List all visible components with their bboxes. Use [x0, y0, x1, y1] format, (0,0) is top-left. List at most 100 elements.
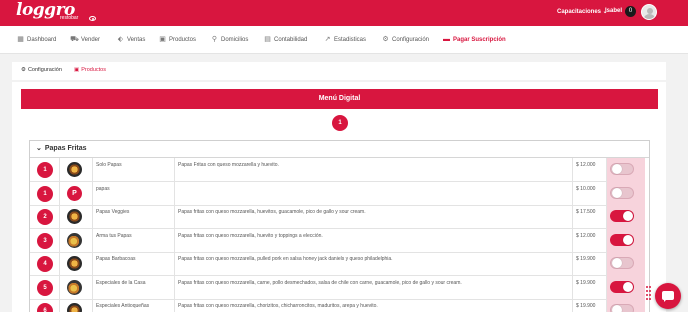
availability-toggle[interactable]: [610, 304, 634, 312]
product-row: 2 Papas Veggies Papas fritas con queso moz…: [30, 205, 649, 229]
product-image: P: [67, 186, 82, 201]
availability-toggle[interactable]: [610, 210, 634, 222]
product-description: Papas Fritas con queso mozzarella y huev…: [178, 162, 279, 168]
product-price: $ 12.000: [576, 233, 596, 239]
card-icon: ▬: [443, 36, 450, 43]
nav-domicilios[interactable]: ⚲ Domicilios: [210, 35, 248, 45]
nav-pagar-suscripcion[interactable]: ▬ Pagar Suscripción: [442, 35, 506, 45]
tag-icon: ⬖: [117, 36, 124, 43]
chat-button[interactable]: [655, 283, 681, 309]
nav-dashboard[interactable]: ▦ Dashboard: [16, 35, 56, 45]
product-position[interactable]: 6: [37, 303, 53, 312]
product-row: 6 Especiales Antioqueñas Papas fritas con …: [30, 299, 649, 312]
toggle-knob: [623, 282, 633, 292]
nav-contabilidad-label: Contabilidad: [274, 37, 308, 43]
tab-configuracion-label: Configuración: [27, 67, 62, 73]
training-menu[interactable]: Capacitaciones ⌄: [557, 8, 608, 15]
product-name: Papas Veggies: [96, 209, 130, 215]
availability-toggle[interactable]: [610, 163, 634, 175]
product-image: [67, 233, 82, 248]
product-row: 4 Papas Barbacoas Papas fritas con queso m…: [30, 252, 649, 276]
product-price: $ 19.900: [576, 280, 596, 286]
availability-toggle[interactable]: [610, 281, 634, 293]
toggle-knob: [612, 258, 622, 268]
product-description: Papas fritas con queso mozzarella, carne…: [178, 280, 462, 286]
cart-icon: ⛟: [70, 36, 79, 43]
nav-pagar-suscripcion-label: Pagar Suscripción: [453, 37, 506, 43]
product-position[interactable]: 1: [37, 162, 53, 178]
chevron-down-icon: ⌄: [36, 145, 42, 152]
product-position[interactable]: 1: [37, 186, 53, 202]
nav-configuracion[interactable]: ⚙ Configuración: [381, 35, 429, 45]
product-position[interactable]: 5: [37, 280, 53, 296]
drag-handle[interactable]: [646, 286, 652, 302]
toggle-knob: [623, 211, 633, 221]
product-name: Papas Barbacoas: [96, 256, 136, 262]
product-image: [67, 303, 82, 312]
toggle-knob: [623, 235, 633, 245]
toggle-knob: [612, 305, 622, 312]
category-header[interactable]: ⌄ Papas Fritas: [36, 144, 87, 152]
product-image: [67, 162, 82, 177]
product-description: Papas fritas con queso mozzarella, chori…: [178, 303, 378, 309]
product-name: Especiales de la Casa: [96, 280, 146, 286]
sub-navigation: [12, 62, 666, 80]
eye-icon[interactable]: [89, 16, 96, 21]
nav-estadisticas-label: Estadisticas: [334, 37, 367, 43]
product-description: Papas fritas con queso mozzarella, pulle…: [178, 256, 393, 262]
nav-ventas-label: Ventas: [127, 37, 146, 43]
nav-contabilidad[interactable]: ▤ Contabilidad: [263, 35, 307, 45]
user-name[interactable]: Isabel: [605, 8, 622, 14]
product-name: Arma tus Papas: [96, 233, 132, 239]
product-price: $ 12.000: [576, 162, 596, 168]
availability-toggle[interactable]: [610, 234, 634, 246]
nav-domicilios-label: Domicilios: [221, 37, 249, 43]
notification-badge[interactable]: 0: [625, 6, 636, 17]
tab-configuracion[interactable]: ⚙ Configuración: [21, 67, 62, 73]
tab-productos-label: Productos: [81, 67, 106, 73]
product-row: 5 Especiales de la Casa Papas fritas con q…: [30, 276, 649, 300]
nav-productos-label: Productos: [169, 37, 197, 43]
box-icon: ▣: [74, 67, 80, 73]
nav-vender[interactable]: ⛟ Vender: [70, 35, 100, 45]
top-bar: loggro restobar Capacitaciones ⌄ Isabel …: [0, 0, 688, 26]
brand-subtitle: restobar: [60, 15, 79, 21]
product-price: $ 17.500: [576, 209, 596, 215]
product-name: Especiales Antioqueñas: [96, 303, 150, 309]
nav-estadisticas[interactable]: ↗ Estadisticas: [323, 35, 366, 45]
product-price: $ 19.900: [576, 256, 596, 262]
gear-icon: ⚙: [21, 67, 26, 73]
nav-vender-label: Vender: [81, 37, 101, 43]
product-image: [67, 209, 82, 224]
step-indicator[interactable]: 1: [332, 115, 348, 131]
product-position[interactable]: 4: [37, 256, 53, 272]
product-price: $ 10.000: [576, 186, 596, 192]
nav-ventas[interactable]: ⬖ Ventas: [116, 35, 146, 45]
product-image: [67, 256, 82, 271]
motorbike-icon: ⚲: [211, 36, 218, 43]
category-title: Papas Fritas: [44, 145, 87, 152]
chart-line-icon: ↗: [324, 36, 331, 43]
product-description: Papas fritas con queso mozzarella, huevi…: [178, 209, 366, 215]
toggle-knob: [612, 164, 622, 174]
product-name: papas: [96, 186, 110, 192]
avatar[interactable]: [641, 4, 657, 20]
availability-toggle[interactable]: [610, 257, 634, 269]
dashboard-icon: ▦: [17, 36, 24, 43]
product-row: 1 Solo Papas Papas Fritas con queso mozzar…: [30, 158, 649, 182]
product-row: 3 Arma tus Papas Papas fritas con queso mo…: [30, 229, 649, 253]
toggle-knob: [612, 188, 622, 198]
product-position[interactable]: 2: [37, 209, 53, 225]
menu-title: Menú Digital: [21, 89, 658, 109]
product-price: $ 19.900: [576, 303, 596, 309]
nav-dashboard-label: Dashboard: [27, 37, 57, 43]
nav-productos[interactable]: ▣ Productos: [158, 35, 196, 45]
product-position[interactable]: 3: [37, 233, 53, 249]
calculator-icon: ▤: [264, 36, 271, 43]
product-name: Solo Papas: [96, 162, 122, 168]
box-icon: ▣: [159, 36, 166, 43]
nav-configuracion-label: Configuración: [392, 37, 430, 43]
main-navigation: ▦ Dashboard ⛟ Vender ⬖ Ventas ▣ Productos ⚲ D…: [0, 26, 688, 54]
tab-productos[interactable]: ▣ Productos: [74, 67, 106, 73]
availability-toggle[interactable]: [610, 187, 634, 199]
